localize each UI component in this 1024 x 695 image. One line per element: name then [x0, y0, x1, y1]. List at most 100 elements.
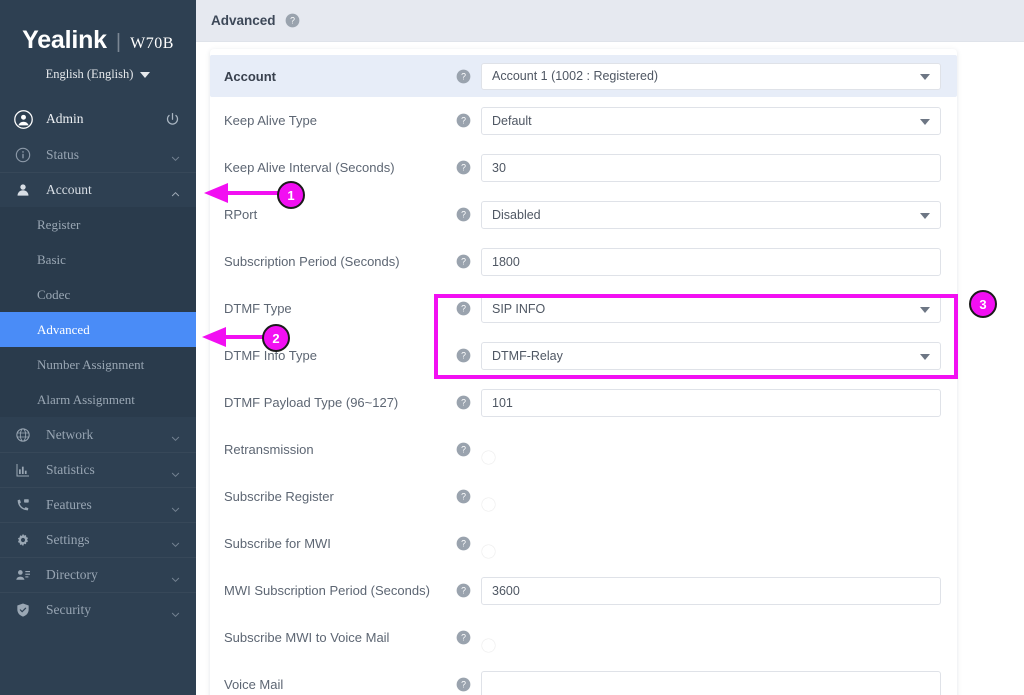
svg-text:?: ?	[461, 116, 466, 126]
help-icon[interactable]: ?	[456, 69, 471, 84]
chevron-down-icon	[171, 501, 180, 512]
sidebar-item-account[interactable]: Account	[0, 172, 196, 207]
user-row[interactable]: Admin	[0, 101, 196, 137]
svg-text:?: ?	[461, 210, 466, 220]
page-title: Advanced	[211, 13, 276, 28]
chevron-down-icon	[171, 466, 180, 477]
brand-model: W70B	[130, 35, 174, 52]
dtmf-info-type-select[interactable]: DTMF-Relay	[481, 341, 941, 370]
help-icon[interactable]: ?	[456, 677, 471, 692]
form-row-subscription-period: Subscription Period (Seconds) ? 1800	[210, 238, 957, 285]
form-label: Subscription Period (Seconds)	[224, 254, 400, 269]
chevron-down-icon	[171, 536, 180, 547]
help-icon[interactable]: ?	[456, 301, 471, 316]
annotation-badge-3: 3	[969, 290, 997, 318]
sidebar-item-status[interactable]: Status	[0, 137, 196, 172]
subscription-period-wrapper: 1800	[481, 247, 941, 276]
rport-select[interactable]: Disabled	[481, 200, 941, 229]
dtmf-payload-type-wrapper: 101	[481, 388, 941, 417]
sidebar-subitem-label: Codec	[37, 286, 71, 302]
form-row-keep-alive-type: Keep Alive Type ? Default	[210, 97, 957, 144]
form-row-voice-mail: Voice Mail ?	[210, 661, 957, 695]
annotation-badge-2: 2	[262, 324, 290, 352]
dtmf-type-select[interactable]: SIP INFO	[481, 294, 941, 323]
keep-alive-type-value: Default	[492, 113, 532, 128]
help-icon[interactable]: ?	[456, 583, 471, 598]
keep-alive-type-select[interactable]: Default	[481, 106, 941, 135]
account-select[interactable]: Account 1 (1002 : Registered)	[481, 62, 941, 90]
help-icon[interactable]: ?	[456, 113, 471, 128]
help-icon[interactable]: ?	[456, 536, 471, 551]
voice-mail-input[interactable]	[481, 670, 941, 695]
main-content: Advanced ? Account ? Account 1 (1002 : R…	[196, 0, 1024, 695]
svg-text:?: ?	[461, 71, 466, 81]
help-icon[interactable]: ?	[456, 395, 471, 410]
sidebar-item-network[interactable]: Network	[0, 417, 196, 452]
svg-text:?: ?	[461, 304, 466, 314]
help-icon[interactable]: ?	[285, 13, 300, 28]
chevron-down-icon	[171, 606, 180, 617]
account-select-wrapper: Account 1 (1002 : Registered)	[481, 62, 941, 90]
help-icon[interactable]: ?	[456, 348, 471, 363]
shield-icon	[14, 602, 31, 619]
sidebar-item-advanced[interactable]: Advanced	[0, 312, 196, 347]
power-icon[interactable]	[165, 112, 180, 127]
rport-wrapper: Disabled	[481, 200, 941, 229]
user-icon	[14, 182, 31, 199]
chevron-down-icon	[920, 306, 930, 313]
brand-block: Yealink | W70B English (English)	[0, 0, 196, 82]
language-selector[interactable]: English (English)	[0, 67, 196, 82]
chevron-down-icon	[920, 74, 930, 80]
keep-alive-interval-input[interactable]: 30	[481, 153, 941, 182]
sidebar-item-number-assignment[interactable]: Number Assignment	[0, 347, 196, 382]
chevron-up-icon	[171, 186, 180, 196]
mwi-subscription-period-wrapper: 3600	[481, 576, 941, 605]
sidebar-item-label: Status	[46, 146, 80, 162]
form-row-keep-alive-interval: Keep Alive Interval (Seconds) ? 30	[210, 144, 957, 191]
sidebar-item-security[interactable]: Security	[0, 592, 196, 627]
toggle-knob	[482, 450, 495, 464]
sidebar-item-basic[interactable]: Basic	[0, 242, 196, 277]
svg-text:?: ?	[461, 351, 466, 361]
chevron-down-icon	[171, 571, 180, 582]
sidebar-subitem-label: Basic	[37, 251, 66, 267]
avatar-icon	[14, 109, 33, 129]
sidebar-subitem-label: Alarm Assignment	[37, 391, 135, 407]
subscription-period-input[interactable]: 1800	[481, 247, 941, 276]
sidebar-item-register[interactable]: Register	[0, 207, 196, 242]
help-icon[interactable]: ?	[456, 442, 471, 457]
dtmf-payload-type-input[interactable]: 101	[481, 388, 941, 417]
help-icon[interactable]: ?	[456, 630, 471, 645]
form-row-retransmission: Retransmission ?	[210, 426, 957, 473]
form-row-rport: RPort ? Disabled	[210, 191, 957, 238]
brand-name: Yealink	[22, 26, 107, 54]
sidebar-item-features[interactable]: Features	[0, 487, 196, 522]
sidebar-item-alarm-assignment[interactable]: Alarm Assignment	[0, 382, 196, 417]
form-label: Subscribe for MWI	[224, 536, 331, 551]
mwi-subscription-period-input[interactable]: 3600	[481, 576, 941, 605]
form-label: MWI Subscription Period (Seconds)	[224, 583, 430, 598]
help-icon[interactable]: ?	[456, 489, 471, 504]
sidebar-item-label: Network	[46, 426, 94, 442]
dtmf-info-type-wrapper: DTMF-Relay	[481, 341, 941, 370]
sidebar-subitem-label: Advanced	[37, 321, 90, 337]
sidebar-item-statistics[interactable]: Statistics	[0, 452, 196, 487]
sidebar-item-settings[interactable]: Settings	[0, 522, 196, 557]
svg-text:?: ?	[461, 398, 466, 408]
help-icon[interactable]: ?	[456, 254, 471, 269]
toggle-knob	[482, 638, 495, 652]
sidebar-item-codec[interactable]: Codec	[0, 277, 196, 312]
sidebar-item-directory[interactable]: Directory	[0, 557, 196, 592]
svg-text:?: ?	[461, 680, 466, 690]
voice-mail-wrapper	[481, 670, 941, 695]
svg-text:?: ?	[461, 445, 466, 455]
help-icon[interactable]: ?	[456, 207, 471, 222]
bar-chart-icon	[14, 462, 31, 479]
svg-text:?: ?	[461, 633, 466, 643]
globe-icon	[14, 426, 31, 443]
help-icon[interactable]: ?	[456, 160, 471, 175]
keep-alive-interval-wrapper: 30	[481, 153, 941, 182]
contacts-icon	[14, 567, 31, 584]
info-icon	[14, 146, 31, 163]
sidebar-subitem-label: Number Assignment	[37, 356, 145, 372]
